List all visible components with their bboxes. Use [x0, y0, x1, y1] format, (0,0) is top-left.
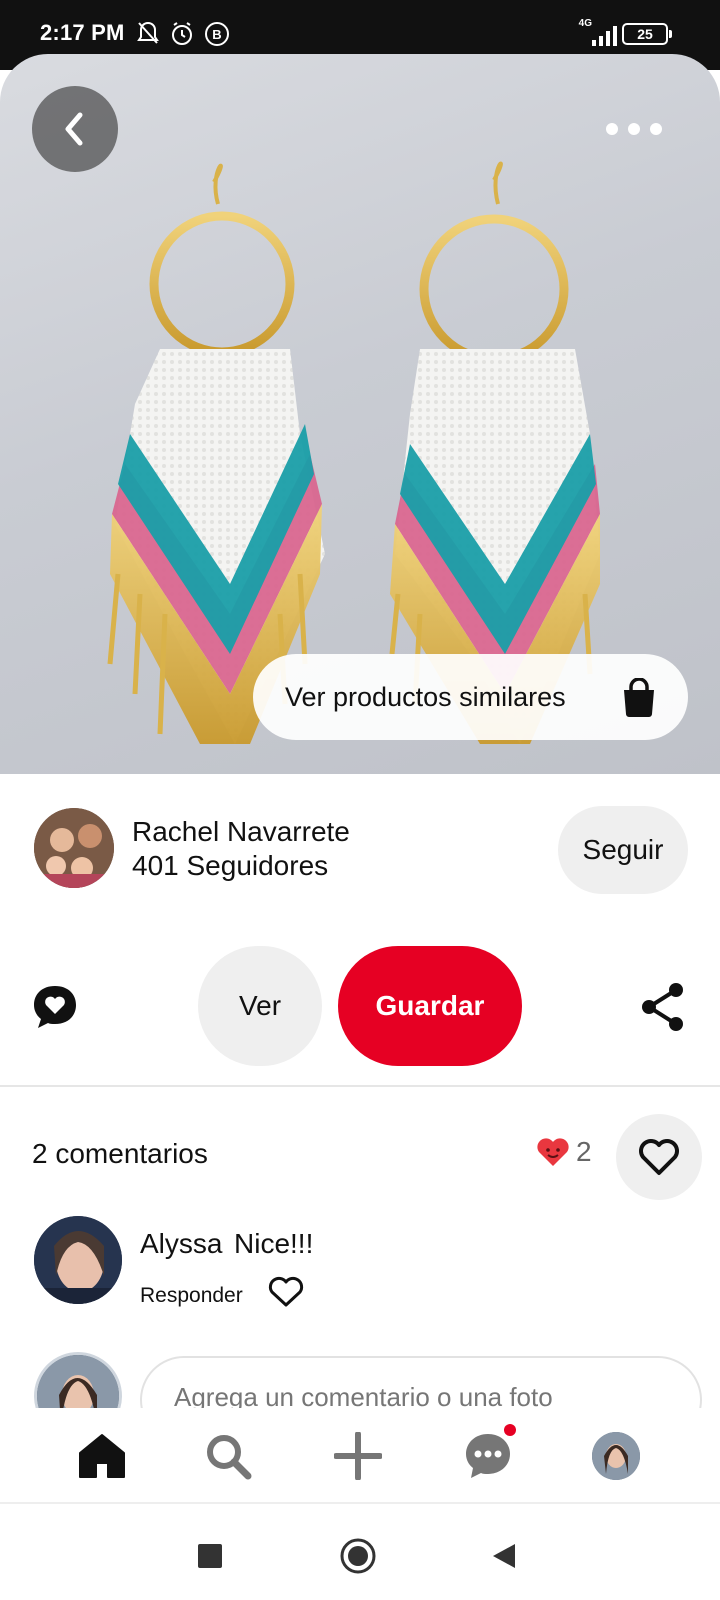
more-options-icon[interactable] — [606, 114, 662, 144]
heart-outline-icon — [639, 1139, 679, 1175]
nav-home[interactable] — [72, 1426, 132, 1486]
mute-bell-icon — [137, 21, 159, 44]
pin-image[interactable]: Ver productos similares — [0, 54, 720, 774]
my-avatar — [34, 1352, 122, 1408]
share-icon[interactable] — [640, 982, 686, 1032]
alarm-icon — [172, 22, 192, 45]
home-circle-icon[interactable] — [338, 1536, 378, 1576]
comment-text: Nice!!! — [234, 1228, 314, 1259]
heart-face-icon — [537, 1138, 569, 1166]
shopping-bag-icon — [624, 678, 654, 717]
comments-count: 2 comentarios — [32, 1138, 208, 1169]
commenter-avatar[interactable] — [34, 1216, 122, 1304]
nav-create[interactable] — [328, 1426, 388, 1486]
home-icon — [79, 1434, 125, 1478]
system-nav — [0, 1506, 720, 1600]
back-button[interactable] — [32, 86, 118, 172]
reactions-count: 2 — [576, 1136, 592, 1167]
nav-messages[interactable] — [458, 1424, 518, 1486]
comments-header: 2 comentarios 2 — [0, 1110, 720, 1200]
creator-avatar[interactable] — [34, 808, 114, 888]
save-button[interactable]: Guardar — [338, 946, 522, 1066]
pin-actions: Ver Guardar — [0, 946, 720, 1068]
back-triangle-icon[interactable] — [484, 1536, 524, 1576]
signal-icon — [592, 26, 617, 46]
similar-products-label: Ver productos similares — [285, 681, 566, 712]
battery-icon: 25 — [622, 23, 672, 45]
b-badge-icon: B — [205, 22, 229, 46]
comment-heart-icon[interactable] — [32, 984, 78, 1030]
creator-name[interactable]: Rachel Navarrete — [132, 816, 350, 848]
bottom-nav — [0, 1408, 720, 1504]
comment-like-icon[interactable] — [268, 1276, 304, 1308]
reply-button[interactable]: Responder — [140, 1284, 243, 1308]
profile-avatar — [592, 1432, 640, 1480]
create-icon — [334, 1432, 382, 1480]
similar-products-button[interactable]: Ver productos similares — [253, 654, 688, 740]
comment-input[interactable]: Agrega un comentario o una foto — [140, 1356, 702, 1408]
comment-item: Alyssa Nice!!! Responder — [0, 1216, 720, 1316]
creator-followers: 401 Seguidores — [132, 850, 329, 881]
back-arrow-icon — [65, 112, 83, 146]
nav-search[interactable] — [198, 1426, 258, 1486]
messages-icon — [466, 1434, 510, 1478]
search-icon — [207, 1435, 252, 1480]
add-comment-row: Agrega un comentario o una foto — [0, 1352, 720, 1408]
reactions[interactable]: 2 — [536, 1136, 592, 1168]
status-time: 2:17 PM — [40, 20, 125, 45]
recents-icon[interactable] — [190, 1536, 230, 1576]
follow-button[interactable]: Seguir — [558, 806, 688, 894]
svg-text:B: B — [212, 27, 221, 42]
comment-author[interactable]: Alyssa — [140, 1228, 222, 1260]
nav-profile[interactable] — [586, 1426, 646, 1486]
notification-dot — [504, 1424, 516, 1436]
view-button[interactable]: Ver — [198, 946, 322, 1066]
react-button[interactable] — [616, 1114, 702, 1200]
divider — [0, 1085, 720, 1087]
creator-row: Rachel Navarrete 401 Seguidores Seguir — [0, 790, 720, 900]
